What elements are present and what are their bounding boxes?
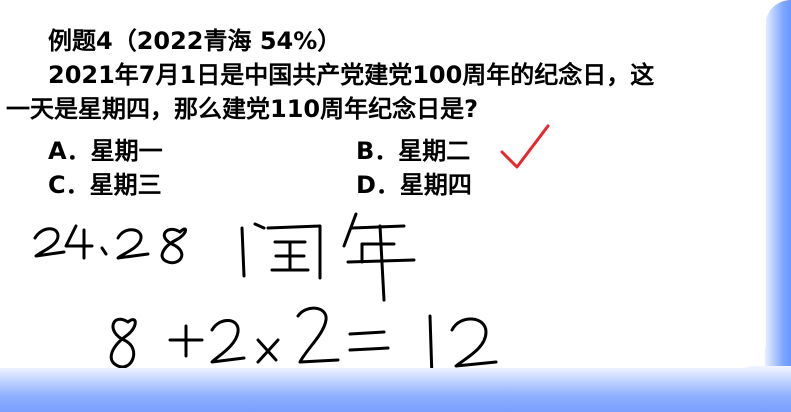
check-mark-icon [500,124,550,169]
slide-frame-bottom [0,366,791,412]
handwriting-line-1 [33,212,416,302]
slide-stage: 例题4（2022青海 54%） 2021年7月1日是中国共产党建党100周年的纪… [0,0,791,412]
slide-frame-right [765,0,791,412]
handwriting-line-2 [109,306,498,368]
slide-canvas: 例题4（2022青海 54%） 2021年7月1日是中国共产党建党100周年的纪… [0,0,766,368]
handwriting-layer [33,124,550,368]
